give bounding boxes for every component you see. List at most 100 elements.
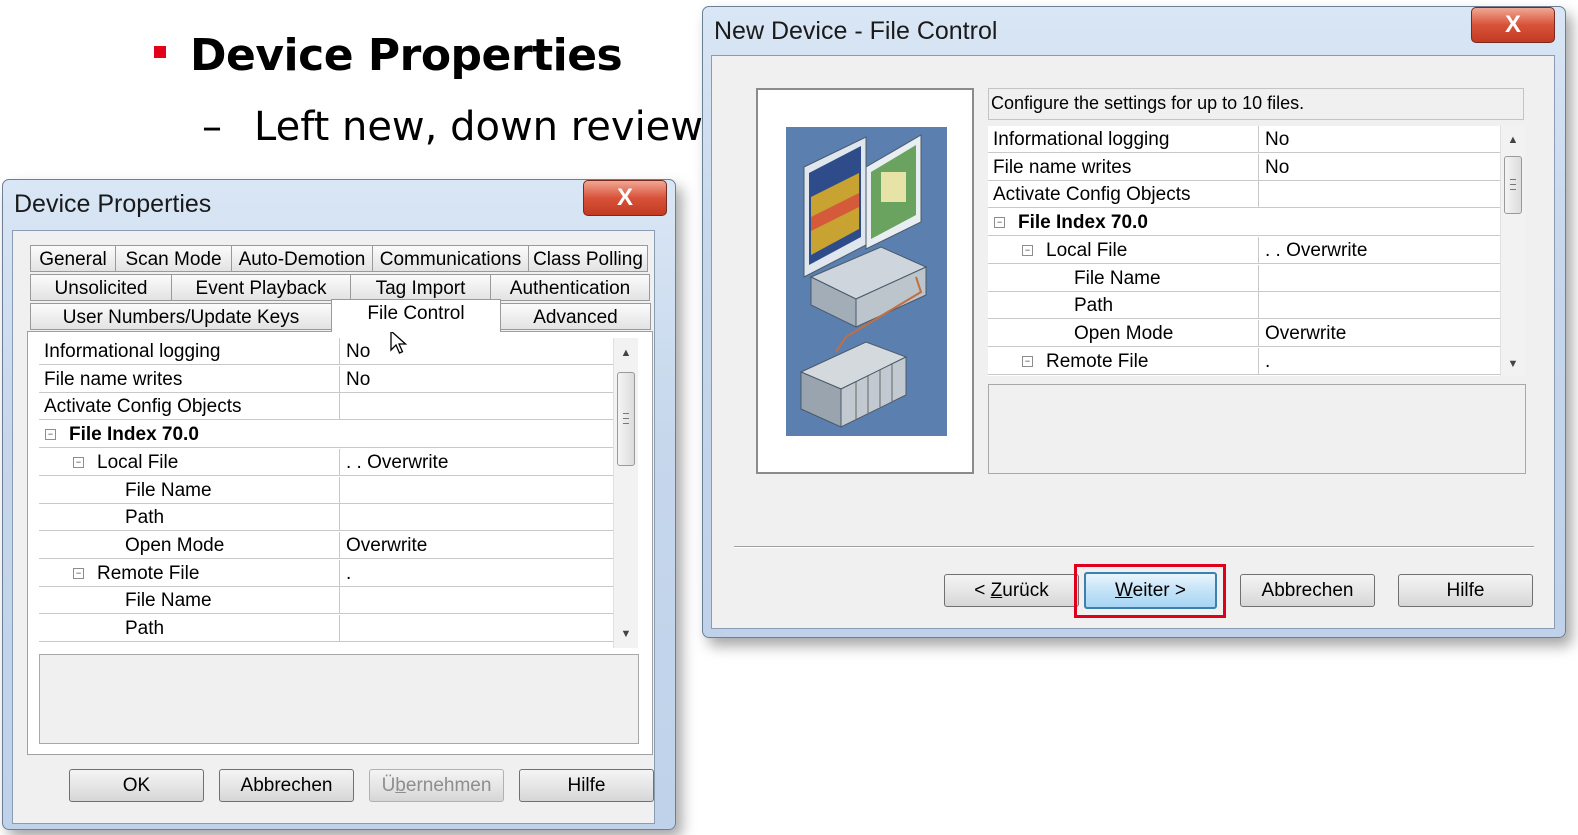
property-row[interactable]: Path [988, 292, 1500, 320]
property-name: Path [1074, 295, 1114, 317]
tab-user-numbers-update-keys[interactable]: User Numbers/Update Keys [30, 303, 332, 330]
property-value[interactable] [339, 393, 613, 421]
property-row[interactable]: File Name [39, 476, 613, 504]
scroll-up-arrow-icon[interactable]: ▲ [614, 347, 638, 359]
property-value[interactable] [339, 476, 613, 504]
property-name: File name writes [44, 368, 183, 390]
collapse-icon[interactable]: − [994, 217, 1005, 229]
property-row[interactable]: − File Index 70.0 [988, 209, 1500, 237]
property-value[interactable] [339, 504, 613, 532]
property-row[interactable]: File Name [39, 587, 613, 615]
property-value[interactable]: . [1258, 347, 1500, 375]
property-name: Informational logging [993, 129, 1170, 150]
property-row[interactable]: − Remote File. [988, 347, 1500, 375]
property-value[interactable]: No [339, 338, 613, 365]
property-row[interactable]: Path [39, 504, 613, 532]
tab-event-playback[interactable]: Event Playback [171, 274, 351, 301]
property-row[interactable]: Activate Config Objects [39, 393, 613, 421]
property-row[interactable]: File name writes No [39, 365, 613, 393]
tab-general[interactable]: General [30, 245, 116, 272]
property-grid-scrollbar[interactable]: ▲ ▼ [613, 338, 638, 648]
property-value[interactable]: Overwrite [1258, 319, 1500, 347]
property-value[interactable]: No [1258, 126, 1500, 153]
tab-advanced[interactable]: Advanced [500, 303, 651, 330]
property-row[interactable]: Path [39, 615, 613, 642]
collapse-icon[interactable]: − [73, 567, 84, 579]
slide-subtitle: Left new, down review [254, 104, 704, 150]
property-row[interactable]: − File Index 70.0 [39, 421, 613, 449]
property-row[interactable]: File Name [988, 264, 1500, 292]
back-button[interactable]: < Zurück [944, 574, 1079, 607]
tab-class-polling[interactable]: Class Polling [528, 245, 648, 272]
collapse-icon[interactable]: − [45, 429, 56, 441]
tab-auto-demotion[interactable]: Auto-Demotion [231, 245, 373, 272]
property-grid-scrollbar[interactable]: ▲ ▼ [1500, 126, 1525, 376]
property-value[interactable] [1258, 264, 1500, 292]
property-description-box [988, 384, 1526, 474]
ok-button[interactable]: OK [69, 769, 204, 802]
property-value[interactable]: No [339, 365, 613, 393]
tab-tag-import[interactable]: Tag Import [350, 274, 491, 301]
mouse-cursor-icon [390, 330, 408, 354]
wizard-description: Configure the settings for up to 10 file… [988, 88, 1524, 120]
property-row[interactable]: Activate Config Objects [988, 181, 1500, 209]
device-properties-window: Device Properties X General Scan Mode Auto… [2, 179, 676, 830]
property-row[interactable]: − Local File . . Overwrite [39, 448, 613, 476]
property-value[interactable]: . . Overwrite [1258, 236, 1500, 264]
property-value[interactable] [339, 587, 613, 615]
property-value[interactable] [1258, 209, 1500, 236]
property-value[interactable] [339, 615, 613, 642]
property-row[interactable]: Open Mode Overwrite [988, 319, 1500, 347]
wizard-illustration-frame [756, 88, 974, 474]
collapse-icon[interactable]: − [1022, 244, 1033, 256]
device-properties-close-button[interactable]: X [583, 180, 667, 216]
property-name: Activate Config Objects [993, 184, 1191, 206]
property-value[interactable] [1258, 292, 1500, 320]
device-properties-client: General Scan Mode Auto-Demotion Communicati… [12, 230, 655, 824]
scroll-down-arrow-icon[interactable]: ▼ [1501, 358, 1525, 370]
property-value[interactable] [339, 421, 613, 448]
scroll-thumb[interactable] [1504, 156, 1522, 214]
property-value[interactable]: Overwrite [339, 531, 613, 559]
cancel-button[interactable]: Abbrechen [219, 769, 354, 802]
property-row[interactable]: File name writes No [988, 153, 1500, 181]
property-value[interactable]: . [339, 559, 613, 587]
property-row[interactable]: − Remote File. [39, 559, 613, 587]
property-row[interactable]: Informational logging No [988, 126, 1500, 153]
property-value[interactable]: No [1258, 153, 1500, 181]
slide-bullet [154, 46, 166, 58]
help-button[interactable]: Hilfe [1398, 574, 1533, 607]
tab-file-control[interactable]: File Control [331, 299, 501, 332]
new-device-client: Configure the settings for up to 10 file… [711, 55, 1555, 629]
property-name: Remote File [97, 562, 200, 584]
property-name: File Name [125, 479, 212, 501]
scroll-down-arrow-icon[interactable]: ▼ [614, 628, 638, 640]
property-name: Remote File [1046, 350, 1149, 372]
property-value[interactable]: . . Overwrite [339, 448, 613, 476]
collapse-icon[interactable]: − [1022, 355, 1033, 367]
property-name: File Name [125, 590, 212, 612]
property-row[interactable]: Informational logging No [39, 338, 613, 365]
property-value[interactable] [1258, 181, 1500, 209]
collapse-icon[interactable]: − [73, 456, 84, 468]
tab-scan-mode[interactable]: Scan Mode [115, 245, 232, 272]
property-row[interactable]: − Local File . . Overwrite [988, 236, 1500, 264]
cancel-button[interactable]: Abbrechen [1240, 574, 1375, 607]
new-device-close-button[interactable]: X [1471, 7, 1555, 43]
tab-unsolicited[interactable]: Unsolicited [30, 274, 172, 301]
scroll-up-arrow-icon[interactable]: ▲ [1501, 134, 1525, 146]
help-button[interactable]: Hilfe [519, 769, 654, 802]
property-name: Open Mode [1074, 322, 1174, 344]
new-device-window: New Device - File Control X Configure th… [702, 6, 1566, 638]
property-name: Path [125, 618, 165, 639]
tab-authentication[interactable]: Authentication [490, 274, 650, 301]
apply-button[interactable]: Übernehmen [369, 769, 504, 802]
property-description-box [39, 654, 639, 744]
property-name: Local File [1046, 239, 1128, 261]
scroll-thumb[interactable] [617, 372, 635, 466]
property-name: File Name [1074, 267, 1161, 289]
tab-communications[interactable]: Communications [372, 245, 529, 272]
computer-and-plc-illustration-icon [786, 127, 947, 436]
property-row[interactable]: Open Mode Overwrite [39, 531, 613, 559]
new-device-title: New Device - File Control [714, 17, 998, 45]
